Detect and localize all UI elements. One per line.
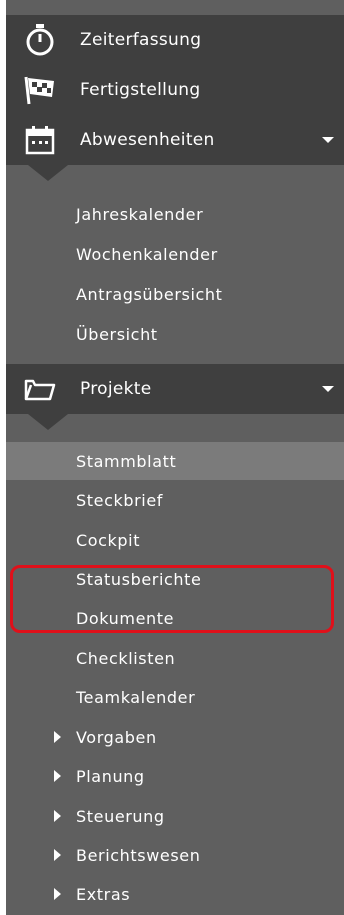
submenu-item-planung[interactable]: Planung [6, 757, 344, 795]
submenu-item-extras[interactable]: Extras [6, 875, 344, 913]
submenu-item-jahreskalender[interactable]: Jahreskalender [6, 195, 344, 233]
caret-right-icon [54, 731, 61, 743]
submenu-item-cockpit[interactable]: Cockpit [6, 521, 344, 559]
checkered-flag-icon [20, 70, 60, 110]
caret-right-icon [54, 849, 61, 861]
chevron-down-icon [322, 386, 334, 392]
submenu-item-stammblatt[interactable]: Stammblatt [6, 442, 344, 480]
submenu-item-teamkalender[interactable]: Teamkalender [6, 678, 344, 716]
caret-right-icon [54, 770, 61, 782]
nav-item-abwesenheiten[interactable]: Abwesenheiten [6, 115, 344, 165]
caret-right-icon [54, 810, 61, 822]
nav-item-zeiterfassung[interactable]: Zeiterfassung [6, 15, 344, 65]
folder-icon [20, 369, 60, 409]
highlight-frame [10, 565, 334, 633]
submenu-item-steckbrief[interactable]: Steckbrief [6, 481, 344, 519]
submenu-item-berichtswesen[interactable]: Berichtswesen [6, 836, 344, 874]
nav-label: Fertigstellung [80, 80, 201, 100]
chevron-down-icon [322, 137, 334, 143]
submenu-item-wochenkalender[interactable]: Wochenkalender [6, 235, 344, 273]
nav-item-projekte[interactable]: Projekte [6, 364, 344, 414]
menu-notch [28, 414, 68, 430]
calendar-icon [20, 120, 60, 160]
nav-label: Abwesenheiten [80, 130, 215, 150]
submenu-item-steuerung[interactable]: Steuerung [6, 797, 344, 835]
submenu-item-checklisten[interactable]: Checklisten [6, 639, 344, 677]
nav-label: Zeiterfassung [80, 30, 202, 50]
submenu-item-antragsuebersicht[interactable]: Antragsübersicht [6, 275, 344, 313]
stopwatch-icon [20, 20, 60, 60]
menu-notch [28, 165, 68, 181]
submenu-item-uebersicht[interactable]: Übersicht [6, 315, 344, 353]
nav-label: Projekte [80, 379, 152, 399]
submenu-item-vorgaben[interactable]: Vorgaben [6, 718, 344, 756]
nav-item-fertigstellung[interactable]: Fertigstellung [6, 65, 344, 115]
caret-right-icon [54, 888, 61, 900]
sidebar-nav: Zeiterfassung Fertigstellung Abwesenheit… [6, 0, 344, 915]
